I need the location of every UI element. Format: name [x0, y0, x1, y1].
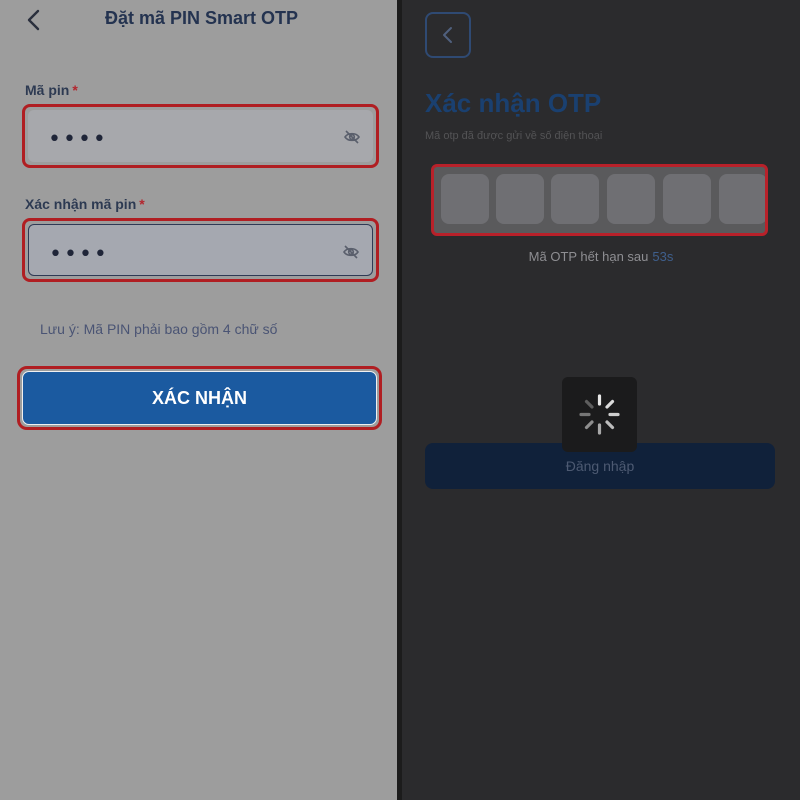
submit-button-highlight: XÁC NHẬN	[17, 366, 382, 430]
loading-overlay	[562, 377, 637, 452]
otp-digit-box[interactable]	[551, 174, 599, 224]
otp-digit-box[interactable]	[719, 174, 765, 224]
confirm-pin-field-highlight: ••••	[22, 218, 379, 282]
pin-field-label: Mã pin *	[25, 82, 78, 98]
timer-seconds: 53s	[652, 249, 674, 264]
otp-digit-box[interactable]	[496, 174, 544, 224]
confirm-pin-masked-value: ••••	[49, 242, 109, 267]
pin-input[interactable]: ••••	[28, 110, 373, 162]
confirm-button[interactable]: XÁC NHẬN	[22, 371, 377, 425]
otp-digit-box[interactable]	[441, 174, 489, 224]
otp-digit-box[interactable]	[663, 174, 711, 224]
otp-digit-box[interactable]	[607, 174, 655, 224]
pin-masked-value: ••••	[48, 127, 108, 152]
set-pin-screen: Đặt mã PIN Smart OTP Mã pin * •••• Xác nh…	[0, 0, 397, 800]
eye-off-icon[interactable]	[343, 128, 361, 146]
page-title: Đặt mã PIN Smart OTP	[104, 8, 299, 28]
pin-note: Lưu ý: Mã PIN phải bao gồm 4 chữ số	[40, 321, 278, 337]
pin-field-highlight: ••••	[22, 104, 379, 168]
otp-confirm-screen: Xác nhận OTP Mã otp đã được gửi về số đi…	[402, 0, 800, 800]
required-mark: *	[72, 82, 78, 98]
eye-off-icon[interactable]	[342, 243, 360, 261]
back-button[interactable]	[425, 12, 471, 58]
chevron-left-icon	[443, 27, 452, 43]
timer-text: Mã OTP hết hạn sau	[528, 249, 649, 264]
confirm-pin-label-text: Xác nhận mã pin	[25, 196, 137, 212]
required-mark: *	[139, 196, 145, 212]
otp-timer: Mã OTP hết hạn sau 53s	[402, 249, 800, 264]
page-title: Xác nhận OTP	[425, 88, 602, 118]
confirm-pin-field-label: Xác nhận mã pin *	[25, 196, 145, 212]
confirm-pin-input[interactable]: ••••	[28, 224, 373, 276]
pin-label-text: Mã pin	[25, 82, 70, 98]
otp-input-group	[431, 164, 768, 236]
loading-spinner-icon	[579, 394, 620, 435]
otp-subtitle: Mã otp đã được gửi về số điện thoại	[425, 130, 603, 142]
